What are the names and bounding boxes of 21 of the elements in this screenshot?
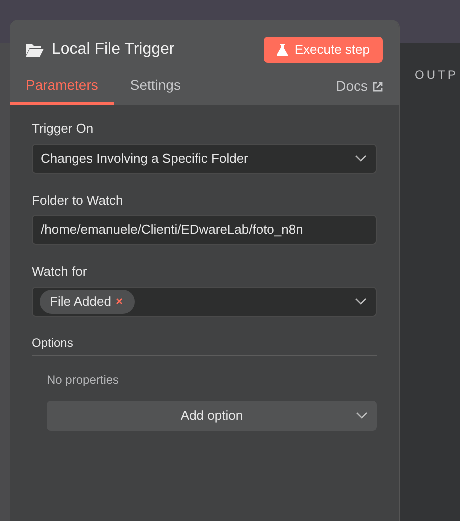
empty-text: No properties bbox=[46, 372, 120, 388]
add-option-button[interactable]: Add option bbox=[47, 400, 377, 430]
input-field[interactable]: /home/emanuele/Clienti/EDwareLab/foto_n8n bbox=[32, 215, 377, 245]
field-label: Trigger On bbox=[32, 120, 95, 138]
external-link-icon bbox=[373, 82, 383, 92]
panel-title: Local File Trigger bbox=[52, 40, 175, 60]
flask-icon bbox=[276, 44, 288, 56]
select-field[interactable]: Changes Involving a Specific Folder bbox=[32, 144, 377, 174]
chevron-down-icon bbox=[355, 155, 367, 162]
close-icon[interactable] bbox=[116, 298, 124, 305]
chevron-down-icon bbox=[356, 412, 368, 418]
section-title: Options bbox=[32, 334, 377, 356]
field-label: Watch for bbox=[32, 263, 88, 281]
tag-chip: File Added bbox=[40, 290, 136, 314]
field-label: Folder to Watch bbox=[32, 192, 124, 210]
chevron-down-icon bbox=[355, 298, 367, 305]
multi-select-field[interactable]: File Added bbox=[32, 286, 377, 316]
folder-icon bbox=[26, 43, 44, 57]
output-panel-title: OUTP bbox=[415, 67, 458, 84]
tab[interactable]: Settings bbox=[114, 75, 197, 105]
docs-link[interactable]: Docs bbox=[336, 76, 383, 105]
